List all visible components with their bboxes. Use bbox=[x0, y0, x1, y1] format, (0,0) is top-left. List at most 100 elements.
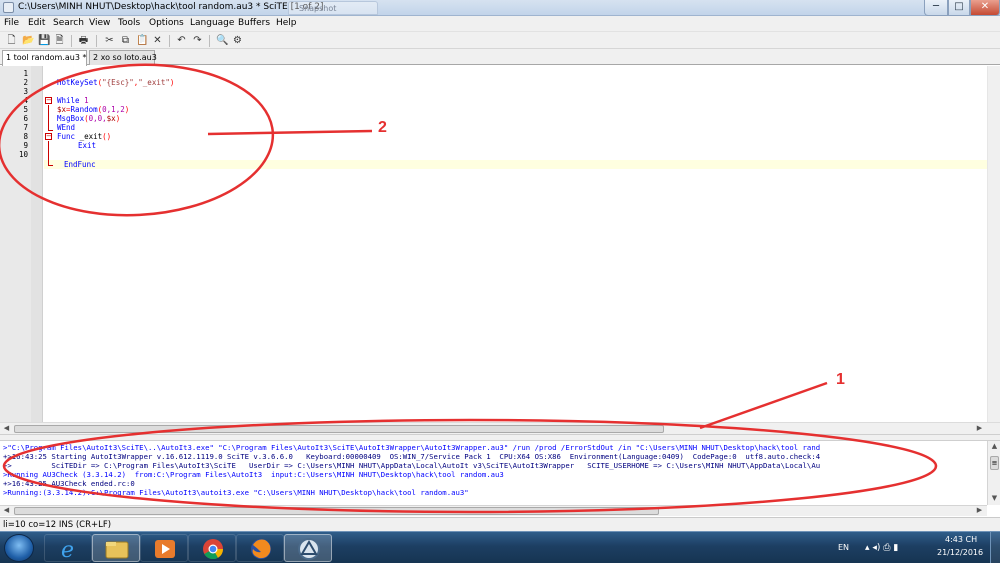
code-line: 1 bbox=[0, 69, 1000, 78]
show-desktop-button[interactable] bbox=[990, 532, 1000, 563]
title-bar: C:\Users\MINH NHUT\Desktop\hack\tool ran… bbox=[0, 0, 1000, 16]
output-horizontal-scrollbar[interactable]: ◀ ▶ bbox=[0, 505, 987, 516]
open-icon[interactable]: 📂 bbox=[22, 35, 34, 46]
menu-options[interactable]: Options bbox=[149, 18, 184, 28]
scroll-left-icon[interactable]: ◀ bbox=[2, 424, 11, 433]
file-explorer-icon[interactable] bbox=[92, 534, 140, 562]
editor-vertical-scrollbar[interactable] bbox=[987, 66, 1000, 422]
scroll-down-icon[interactable]: ▼ bbox=[989, 494, 1000, 503]
replace-icon[interactable]: ⚙ bbox=[232, 35, 243, 46]
maximize-button[interactable]: □ bbox=[948, 0, 970, 16]
code-line: 10 EndFunc bbox=[0, 150, 1000, 169]
find-icon[interactable]: 🔍 bbox=[216, 35, 228, 46]
code-token: "{Esc}" bbox=[102, 78, 134, 87]
line-number: 8 bbox=[23, 132, 28, 141]
toolbar-separator bbox=[96, 35, 97, 47]
output-scroll-thumb[interactable]: ≡ bbox=[990, 456, 999, 470]
redo-icon[interactable]: ↷ bbox=[192, 35, 203, 46]
code-editor[interactable]: 1 2 HotKeySet("{Esc}","_exit") 3 4 While… bbox=[0, 66, 1000, 422]
menu-view[interactable]: View bbox=[89, 18, 110, 28]
menu-help[interactable]: Help bbox=[276, 18, 297, 28]
code-token: ) bbox=[169, 78, 175, 87]
chrome-icon[interactable] bbox=[188, 534, 236, 562]
media-player-icon[interactable] bbox=[140, 534, 188, 562]
output-pane[interactable]: >"C:\Program Files\AutoIt3\SciTE\..\Auto… bbox=[0, 441, 987, 505]
line-number: 7 bbox=[23, 123, 28, 132]
copy-icon[interactable]: ⧉ bbox=[120, 35, 131, 46]
windows-taskbar: e EN ▴ ◂) ⎙ ▮ 4:43 CH 21/12/2016 bbox=[0, 531, 1000, 563]
output-line: >Running AU3Check (3.3.14.2) from:C:\Pro… bbox=[3, 470, 504, 479]
output-line: >"C:\Program Files\AutoIt3\SciTE\..\Auto… bbox=[3, 443, 821, 452]
code-token: EndFunc bbox=[64, 160, 96, 169]
menu-file[interactable]: File bbox=[4, 18, 19, 28]
tray-date[interactable]: 21/12/2016 bbox=[937, 548, 983, 557]
code-token: _exit bbox=[79, 132, 103, 141]
tray-time[interactable]: 4:43 CH bbox=[945, 535, 977, 544]
code-token: Func bbox=[57, 132, 76, 141]
window-title: C:\Users\MINH NHUT\Desktop\hack\tool ran… bbox=[18, 2, 324, 12]
close-button[interactable]: ✕ bbox=[970, 0, 1000, 16]
scroll-left-icon[interactable]: ◀ bbox=[2, 506, 11, 515]
minimize-button[interactable]: ─ bbox=[924, 0, 948, 16]
scroll-up-icon[interactable]: ▲ bbox=[989, 442, 1000, 451]
paste-icon[interactable]: 📋 bbox=[136, 35, 148, 46]
editor-horizontal-scrollbar[interactable]: ◀ ▶ bbox=[0, 422, 1000, 434]
code-line: 4 While 1 bbox=[0, 96, 1000, 105]
undo-icon[interactable]: ↶ bbox=[176, 35, 187, 46]
scroll-right-icon[interactable]: ▶ bbox=[975, 424, 984, 433]
save-as-icon[interactable]: 🗎 bbox=[54, 35, 65, 46]
pane-splitter[interactable] bbox=[0, 434, 1000, 441]
menu-buffers[interactable]: Buffers bbox=[238, 18, 270, 28]
delete-icon[interactable]: ✕ bbox=[152, 35, 163, 46]
save-icon[interactable]: 💾 bbox=[38, 35, 50, 46]
new-file-icon[interactable]: 🗋 bbox=[6, 35, 17, 46]
tab-xo-so-loto[interactable]: 2 xo so loto.au3 bbox=[89, 50, 157, 65]
menu-edit[interactable]: Edit bbox=[28, 18, 45, 28]
output-line: +> SciTEDir => C:\Program Files\AutoIt3\… bbox=[3, 461, 821, 470]
toolbar-separator bbox=[71, 35, 72, 47]
status-position: li=10 co=12 INS (CR+LF) bbox=[3, 520, 112, 530]
code-token: 0,0, bbox=[88, 114, 107, 123]
folder-glyph bbox=[105, 541, 129, 559]
line-number: 4 bbox=[23, 96, 28, 105]
code-line: 7 WEnd bbox=[0, 123, 1000, 132]
cut-icon[interactable]: ✂ bbox=[104, 35, 115, 46]
start-button[interactable] bbox=[4, 534, 34, 562]
code-line: 2 HotKeySet("{Esc}","_exit") bbox=[0, 78, 1000, 87]
fold-toggle-icon[interactable]: − bbox=[45, 97, 52, 104]
chrome-glyph bbox=[203, 539, 224, 560]
tab-tool-random[interactable]: 1 tool random.au3 * bbox=[2, 50, 87, 66]
firefox-glyph bbox=[251, 539, 271, 559]
code-token: ) bbox=[124, 105, 130, 114]
menu-search[interactable]: Search bbox=[53, 18, 84, 28]
line-number: 9 bbox=[23, 141, 28, 150]
print-icon[interactable]: 🖶 bbox=[78, 35, 89, 46]
svg-text:e: e bbox=[61, 538, 74, 563]
menu-bar: File Edit Search View Tools Options Lang… bbox=[0, 16, 1000, 31]
minimize-icon: ─ bbox=[932, 1, 940, 12]
status-bar: li=10 co=12 INS (CR+LF) bbox=[0, 517, 1000, 531]
autoit-glyph bbox=[298, 538, 320, 560]
firefox-icon[interactable] bbox=[236, 534, 284, 562]
output-scroll-thumb-horizontal[interactable] bbox=[14, 507, 659, 515]
code-text: WEnd bbox=[57, 123, 75, 132]
system-tray-icons[interactable]: ▴ ◂) ⎙ ▮ bbox=[865, 543, 898, 553]
toolbar: 🗋 📂 💾 🗎 🖶 ✂ ⧉ 📋 ✕ ↶ ↷ 🔍 ⚙ bbox=[0, 31, 1000, 49]
menu-tools[interactable]: Tools bbox=[118, 18, 140, 28]
code-text: HotKeySet("{Esc}","_exit") bbox=[57, 78, 174, 87]
code-token: While bbox=[57, 96, 80, 105]
toolbar-separator bbox=[169, 35, 170, 47]
code-token: () bbox=[102, 132, 112, 141]
fold-toggle-icon[interactable]: − bbox=[45, 133, 52, 140]
editor-scroll-thumb[interactable] bbox=[14, 425, 664, 433]
output-vertical-scrollbar[interactable]: ▲ ≡ ▼ bbox=[987, 441, 1000, 505]
menu-language[interactable]: Language bbox=[190, 18, 234, 28]
scroll-right-icon[interactable]: ▶ bbox=[975, 506, 984, 515]
autoit-icon[interactable] bbox=[284, 534, 332, 562]
language-indicator[interactable]: EN bbox=[838, 543, 849, 552]
internet-explorer-icon[interactable]: e bbox=[44, 534, 92, 563]
buffer-tabs: 1 tool random.au3 * 2 xo so loto.au3 bbox=[0, 49, 1000, 66]
code-text: EndFunc bbox=[64, 160, 96, 169]
code-token: Random bbox=[70, 105, 98, 114]
maximize-icon: □ bbox=[954, 1, 964, 12]
